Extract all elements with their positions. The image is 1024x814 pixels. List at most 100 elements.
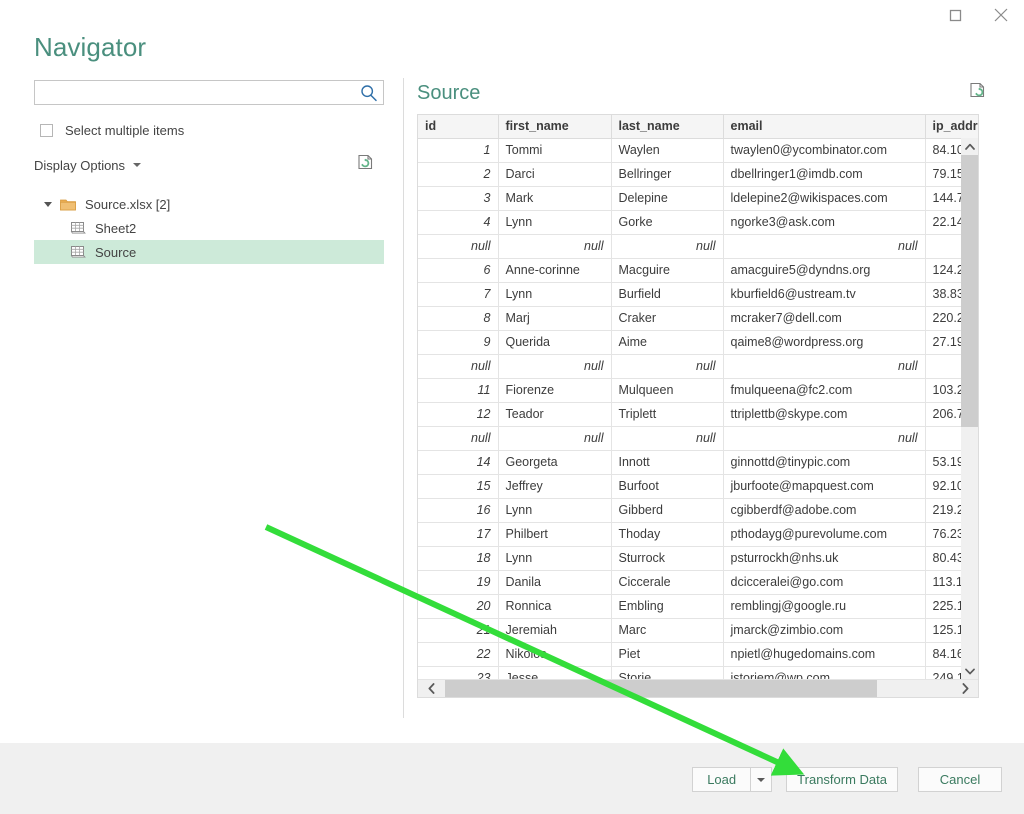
cell-id: null xyxy=(418,354,498,378)
table-row[interactable]: nullnullnullnull xyxy=(418,354,979,378)
tree-item-label: Source xyxy=(95,245,136,260)
cell-first-name: Philbert xyxy=(498,522,611,546)
table-row[interactable]: 11FiorenzeMulqueenfmulqueena@fc2.com103.… xyxy=(418,378,979,402)
cell-id: 11 xyxy=(418,378,498,402)
transform-data-button[interactable]: Transform Data xyxy=(786,767,898,792)
cell-last-name: Marc xyxy=(611,618,723,642)
chevron-up-icon xyxy=(965,143,975,150)
table-row[interactable]: 2DarciBellringerdbellringer1@imdb.com79.… xyxy=(418,162,979,186)
preview-panel: Source id first_name last_name email ip_… xyxy=(417,80,995,698)
display-options-label: Display Options xyxy=(34,158,125,173)
table-row[interactable]: 9QueridaAimeqaime8@wordpress.org27.192. xyxy=(418,330,979,354)
cancel-button[interactable]: Cancel xyxy=(918,767,1002,792)
tree-item-label: Source.xlsx [2] xyxy=(85,197,170,212)
select-multiple-items-row[interactable]: Select multiple items xyxy=(34,121,384,139)
table-row[interactable]: 20RonnicaEmblingremblingj@google.ru225.1… xyxy=(418,594,979,618)
cell-email: ldelepine2@wikispaces.com xyxy=(723,186,925,210)
table-row[interactable]: 17PhilbertThodaypthodayg@purevolume.com7… xyxy=(418,522,979,546)
scroll-down-button[interactable] xyxy=(961,663,978,680)
table-row[interactable]: 12TeadorTriplettttriplettb@skype.com206.… xyxy=(418,402,979,426)
column-header-ip-address[interactable]: ip_address xyxy=(925,115,979,138)
select-multiple-items-checkbox[interactable] xyxy=(40,124,53,137)
column-header-last-name[interactable]: last_name xyxy=(611,115,723,138)
cell-email: mcraker7@dell.com xyxy=(723,306,925,330)
tree-item-source-xlsx[interactable]: Source.xlsx [2] xyxy=(34,192,384,216)
table-row[interactable]: 22NikolosPietnpietl@hugedomains.com84.16… xyxy=(418,642,979,666)
cell-first-name: Marj xyxy=(498,306,611,330)
table-row[interactable]: 8MarjCrakermcraker7@dell.com220.23: xyxy=(418,306,979,330)
scroll-left-button[interactable] xyxy=(418,680,444,697)
cell-id: null xyxy=(418,426,498,450)
cell-first-name: Ronnica xyxy=(498,594,611,618)
preview-header: Source xyxy=(417,80,995,114)
load-dropdown-button[interactable] xyxy=(750,767,772,792)
cell-first-name: Jeremiah xyxy=(498,618,611,642)
page-title: Navigator xyxy=(34,30,146,64)
cell-last-name: Bellringer xyxy=(611,162,723,186)
column-header-email[interactable]: email xyxy=(723,115,925,138)
navigator-left-panel: Select multiple items Display Options So… xyxy=(34,80,384,264)
cell-last-name: Ciccerale xyxy=(611,570,723,594)
table-row[interactable]: 3MarkDelepineldelepine2@wikispaces.com14… xyxy=(418,186,979,210)
table-row[interactable]: 14GeorgetaInnottginnottd@tinypic.com53.1… xyxy=(418,450,979,474)
refresh-document-icon[interactable] xyxy=(969,82,987,102)
cell-email: fmulqueena@fc2.com xyxy=(723,378,925,402)
horizontal-scrollbar[interactable] xyxy=(418,679,978,697)
folder-icon xyxy=(60,198,76,211)
tree-item-sheet2[interactable]: Sheet2 xyxy=(34,216,384,240)
column-header-first-name[interactable]: first_name xyxy=(498,115,611,138)
refresh-document-icon[interactable] xyxy=(357,154,375,174)
cell-id: 6 xyxy=(418,258,498,282)
table-row[interactable]: 19DanilaCicceraledcicceralei@go.com113.1… xyxy=(418,570,979,594)
cell-first-name: null xyxy=(498,234,611,258)
tree-item-label: Sheet2 xyxy=(95,221,136,236)
cell-id: 18 xyxy=(418,546,498,570)
expand-collapse-icon[interactable] xyxy=(42,202,54,207)
horizontal-scrollbar-thumb[interactable] xyxy=(445,680,877,697)
table-row[interactable]: 6Anne-corinneMacguireamacguire5@dyndns.o… xyxy=(418,258,979,282)
column-header-id[interactable]: id xyxy=(418,115,498,138)
search-input[interactable] xyxy=(35,81,355,104)
footer-button-row: Load Transform Data Cancel xyxy=(692,767,1002,792)
cell-id: 19 xyxy=(418,570,498,594)
table-row[interactable]: 7LynnBurfieldkburfield6@ustream.tv38.83.… xyxy=(418,282,979,306)
cell-email: dbellringer1@imdb.com xyxy=(723,162,925,186)
cell-first-name: Lynn xyxy=(498,498,611,522)
vertical-scrollbar[interactable] xyxy=(961,138,978,680)
cell-email: twaylen0@ycombinator.com xyxy=(723,138,925,162)
cell-email: ginnottd@tinypic.com xyxy=(723,450,925,474)
chevron-down-icon[interactable] xyxy=(133,163,141,167)
cell-last-name: Mulqueen xyxy=(611,378,723,402)
table-row[interactable]: 4LynnGorkengorke3@ask.com22.141. xyxy=(418,210,979,234)
cell-first-name: Darci xyxy=(498,162,611,186)
worksheet-icon xyxy=(70,221,86,235)
table-row[interactable]: 15JeffreyBurfootjburfoote@mapquest.com92… xyxy=(418,474,979,498)
table-row[interactable]: 18LynnSturrockpsturrockh@nhs.uk80.43.1 xyxy=(418,546,979,570)
display-options-row[interactable]: Display Options xyxy=(34,154,384,176)
tree-item-source[interactable]: Source xyxy=(34,240,384,264)
table-row[interactable]: 21JeremiahMarcjmarck@zimbio.com125.18! xyxy=(418,618,979,642)
cell-id: 1 xyxy=(418,138,498,162)
scroll-up-button[interactable] xyxy=(961,138,978,155)
search-box[interactable] xyxy=(34,80,384,105)
cell-first-name: Georgeta xyxy=(498,450,611,474)
load-button[interactable]: Load xyxy=(692,767,750,792)
cell-last-name: Burfield xyxy=(611,282,723,306)
cell-id: 12 xyxy=(418,402,498,426)
table-row[interactable]: 16LynnGibberdcgibberdf@adobe.com219.20( xyxy=(418,498,979,522)
close-button[interactable] xyxy=(978,0,1024,30)
cell-email: pthodayg@purevolume.com xyxy=(723,522,925,546)
restore-button[interactable] xyxy=(932,0,978,30)
cell-last-name: Sturrock xyxy=(611,546,723,570)
scroll-right-button[interactable] xyxy=(952,680,978,697)
search-icon[interactable] xyxy=(360,84,378,102)
vertical-scrollbar-thumb[interactable] xyxy=(961,155,978,427)
cell-last-name: null xyxy=(611,426,723,450)
table-row[interactable]: nullnullnullnull xyxy=(418,426,979,450)
cell-email: null xyxy=(723,234,925,258)
preview-grid: id first_name last_name email ip_address… xyxy=(417,114,979,698)
cell-first-name: Lynn xyxy=(498,210,611,234)
table-row[interactable]: 1TommiWaylentwaylen0@ycombinator.com84.1… xyxy=(418,138,979,162)
cell-email: psturrockh@nhs.uk xyxy=(723,546,925,570)
table-row[interactable]: nullnullnullnull xyxy=(418,234,979,258)
